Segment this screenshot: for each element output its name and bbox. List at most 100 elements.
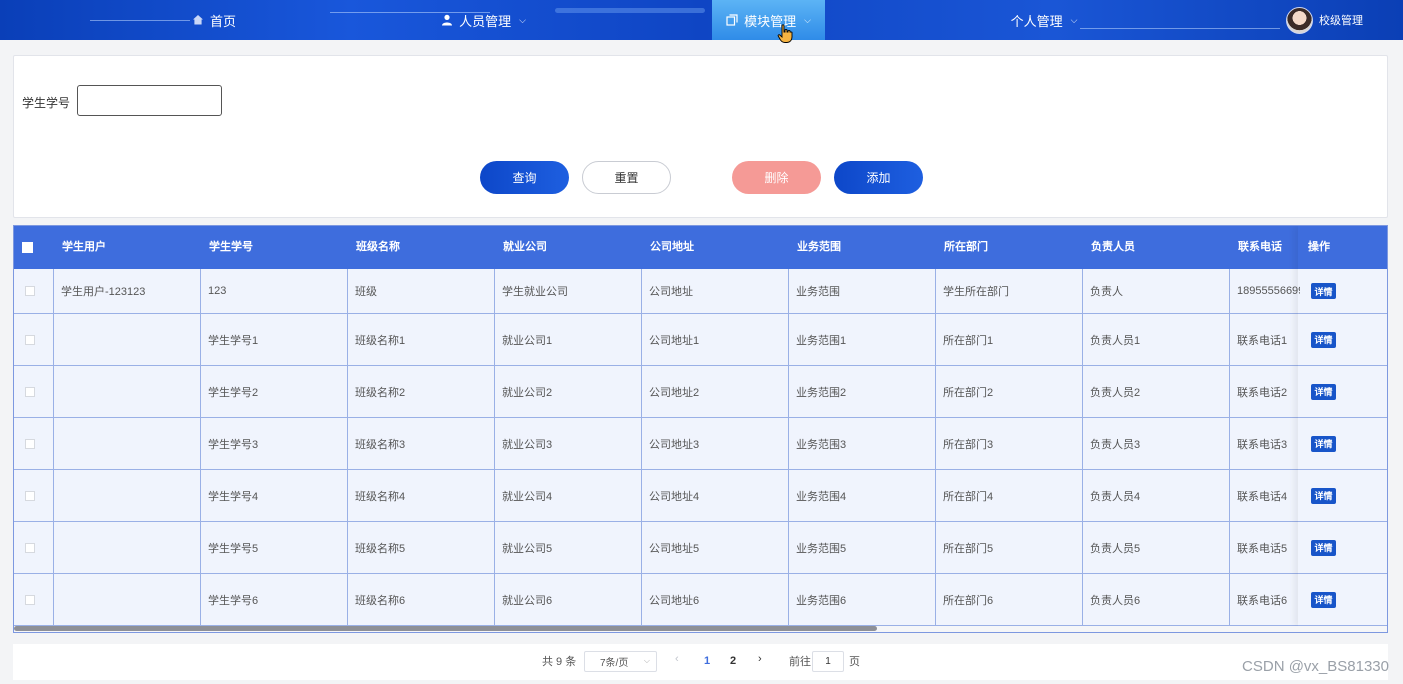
row-checkbox[interactable] <box>25 490 35 501</box>
table-cell: 业务范围6 <box>789 574 936 625</box>
table-cell <box>54 366 201 417</box>
table-cell: 班级名称3 <box>348 418 495 469</box>
table-row: 学生学号1 班级名称1 就业公司1 公司地址1 业务范围1 所在部门1 负责人员1 联系电话1… <box>14 314 1387 366</box>
detail-button[interactable]: 详情 <box>1311 383 1336 400</box>
page-number-current[interactable]: 1 <box>704 655 710 667</box>
table-cell: 联系电话3 <box>1237 438 1288 451</box>
row-checkbox[interactable] <box>25 334 35 345</box>
column-header[interactable]: 学生用户 <box>62 226 106 269</box>
table-cell: 所在部门4 <box>936 470 1083 521</box>
table-cell: 学生所在部门 <box>936 269 1083 313</box>
column-header[interactable]: 所在部门 <box>944 226 988 269</box>
table-cell: 班级名称5 <box>348 522 495 573</box>
top-navigation-bar: 首页 人员管理 ⌵ 模块管理 ⌵ 个人管理 ⌵ 校级管理 <box>0 0 1403 40</box>
table-cell <box>54 470 201 521</box>
table-cell: 联系电话1 <box>1237 334 1288 347</box>
table-cell: 学生学号4 <box>201 470 348 521</box>
page-size-select[interactable]: 7条/页 ⌵ <box>584 651 657 672</box>
nav-item-modules[interactable]: 模块管理 ⌵ <box>712 0 825 40</box>
detail-button[interactable]: 详情 <box>1311 283 1336 299</box>
column-header[interactable]: 就业公司 <box>503 226 547 269</box>
table-cell: 学生学号3 <box>201 418 348 469</box>
table-cell: 公司地址1 <box>642 314 789 365</box>
table-cell: 负责人员4 <box>1083 470 1230 521</box>
goto-label: 前往 <box>789 656 811 668</box>
avatar[interactable] <box>1286 6 1313 34</box>
operation-cell: 详情 <box>1300 314 1387 365</box>
table-cell: 联系电话6 <box>1237 594 1288 607</box>
table-cell: 学生用户-123123 <box>54 269 201 313</box>
table-cell: 负责人员1 <box>1083 314 1230 365</box>
column-header[interactable]: 联系电话 <box>1238 226 1282 269</box>
goto-page-input[interactable] <box>812 651 844 672</box>
column-header[interactable]: 公司地址 <box>650 226 694 269</box>
table-cell: 18955556699 <box>1237 285 1300 297</box>
delete-button[interactable]: 删除 <box>732 161 821 194</box>
table-cell: 班级 <box>348 269 495 313</box>
row-checkbox[interactable] <box>25 286 35 296</box>
nav-item-label: 首页 <box>209 13 236 29</box>
table-cell <box>54 314 201 365</box>
table-cell: 负责人员3 <box>1083 418 1230 469</box>
page-size-value: 7条/页 <box>600 658 629 669</box>
checkbox-cell <box>14 418 54 469</box>
user-icon <box>442 14 453 26</box>
column-header[interactable]: 业务范围 <box>797 226 841 269</box>
table-row: 学生用户-123123 123 班级 学生就业公司 公司地址 业务范围 学生所在部门 负责人 1… <box>14 269 1387 314</box>
detail-button[interactable]: 详情 <box>1311 331 1336 348</box>
page-suffix: 页 <box>849 656 860 668</box>
table-cell: 123 <box>201 269 348 313</box>
table-header: 学生用户 学生学号 班级名称 就业公司 公司地址 业务范围 所在部门 负责人员 … <box>14 226 1387 269</box>
user-menu[interactable]: 校级管理 <box>1286 6 1363 34</box>
nav-item-personal[interactable]: 个人管理 ⌵ <box>1008 0 1080 40</box>
table-cell <box>54 522 201 573</box>
table-cell: 就业公司5 <box>495 522 642 573</box>
table-cell: 所在部门6 <box>936 574 1083 625</box>
column-header[interactable]: 负责人员 <box>1091 226 1135 269</box>
page-number[interactable]: 2 <box>730 655 736 667</box>
table-cell: 负责人员6 <box>1083 574 1230 625</box>
table-cell: 业务范围3 <box>789 418 936 469</box>
table-cell: 班级名称2 <box>348 366 495 417</box>
nav-decoration <box>90 20 190 21</box>
detail-button[interactable]: 详情 <box>1311 539 1336 556</box>
nav-item-home[interactable]: 首页 <box>186 0 242 40</box>
table-cell: 公司地址2 <box>642 366 789 417</box>
select-all-checkbox[interactable] <box>22 242 33 253</box>
chevron-right-icon[interactable]: › <box>758 653 762 665</box>
chevron-left-icon[interactable]: ‹ <box>675 653 679 665</box>
detail-button[interactable]: 详情 <box>1311 435 1336 452</box>
table-cell: 公司地址6 <box>642 574 789 625</box>
column-header[interactable]: 班级名称 <box>356 226 400 269</box>
operation-cell: 详情 <box>1300 269 1387 313</box>
row-checkbox[interactable] <box>25 386 35 397</box>
table-cell: 业务范围1 <box>789 314 936 365</box>
row-checkbox[interactable] <box>25 542 35 553</box>
operation-cell: 详情 <box>1300 366 1387 417</box>
table-cell: 就业公司1 <box>495 314 642 365</box>
detail-button[interactable]: 详情 <box>1311 591 1336 608</box>
detail-button[interactable]: 详情 <box>1311 487 1336 504</box>
table-cell: 公司地址 <box>642 269 789 313</box>
column-header[interactable]: 学生学号 <box>209 226 253 269</box>
checkbox-cell <box>14 522 54 573</box>
chevron-down-icon: ⌵ <box>804 14 811 25</box>
table-cell: 联系电话2 <box>1237 386 1288 399</box>
nav-decoration <box>555 8 705 13</box>
checkbox-cell <box>14 574 54 625</box>
student-number-input[interactable] <box>77 85 222 116</box>
add-button[interactable]: 添加 <box>834 161 923 194</box>
operation-cell: 详情 <box>1300 418 1387 469</box>
table-cell: 就业公司4 <box>495 470 642 521</box>
table-cell: 就业公司2 <box>495 366 642 417</box>
module-icon <box>726 14 738 26</box>
row-checkbox[interactable] <box>25 438 35 449</box>
table-cell <box>54 574 201 625</box>
table-cell: 公司地址5 <box>642 522 789 573</box>
reset-button[interactable]: 重置 <box>582 161 671 194</box>
row-checkbox[interactable] <box>25 594 35 605</box>
horizontal-scrollbar-thumb[interactable] <box>14 626 877 631</box>
query-button[interactable]: 查询 <box>480 161 569 194</box>
nav-item-personnel[interactable]: 人员管理 ⌵ <box>436 0 531 40</box>
table-cell: 负责人员5 <box>1083 522 1230 573</box>
